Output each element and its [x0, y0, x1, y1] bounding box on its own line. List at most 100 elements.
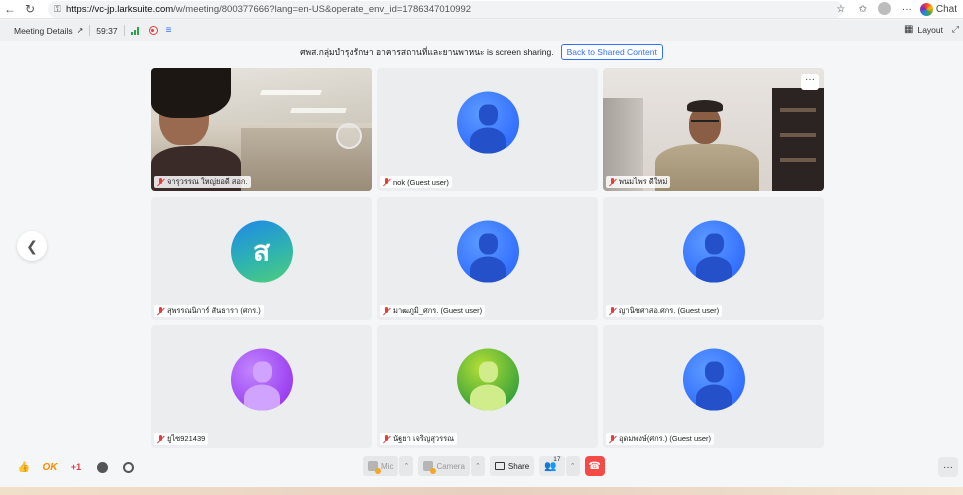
mic-label: Mic — [381, 461, 394, 471]
participant-name: จารุวรรณ ใหญ่ยอดี สอก. — [167, 177, 248, 186]
screen-share-message: ศพส.กลุ่มบำรุงรักษา อาคารสถานที่และยานพา… — [300, 47, 554, 57]
participants-options-chevron[interactable]: ⌃ — [565, 456, 580, 476]
participant-name: ยูไซ921439 — [167, 434, 206, 443]
share-button[interactable]: Share — [489, 456, 535, 476]
layout-button[interactable]: ▦ Layout — [904, 24, 943, 35]
chat-button[interactable]: Chat — [919, 3, 957, 16]
copilot-icon — [919, 3, 933, 16]
participant-avatar — [682, 348, 745, 411]
participant-name-tag: nok (Guest user) — [380, 176, 452, 188]
participant-tile[interactable]: นัฐยา เจริญสุวรรณ — [377, 325, 598, 448]
participant-tile[interactable]: ญานิชศาสอ.ศกร. (Guest user) — [603, 197, 824, 320]
participants-icon: 👥 17 — [544, 455, 561, 472]
camera-disabled-icon — [423, 461, 437, 474]
emoji-button[interactable] — [92, 457, 112, 477]
chat-bubble-button[interactable] — [118, 457, 138, 477]
meeting-details-button[interactable]: Meeting Details ↗ — [14, 26, 83, 36]
mic-options-chevron[interactable]: ⌃ — [399, 456, 414, 476]
participant-name: มาฒภูมิ_ศกร. (Guest user) — [393, 306, 483, 315]
recording-icon[interactable] — [148, 26, 158, 35]
leave-meeting-button[interactable]: ☎ — [584, 456, 605, 476]
participants-button[interactable]: 👥 17 — [539, 455, 565, 476]
share-label: Share — [507, 461, 530, 471]
url-host: https://vc-jp.larksuite.com — [66, 4, 174, 15]
share-link-icon: ↗ — [76, 26, 84, 35]
participant-tile[interactable]: ส สุพรรณนิการ์ สันธารา (ศกร.) — [151, 197, 372, 320]
participant-tile[interactable]: อุดมพงษ์(ศกร.) (Guest user) — [603, 325, 824, 448]
participant-name-tag: อุดมพงษ์(ศกร.) (Guest user) — [606, 433, 715, 445]
reactions-bar: 👍 OK +1 — [14, 457, 138, 477]
back-to-shared-content-button[interactable]: Back to Shared Content — [560, 44, 663, 60]
layout-label: Layout — [917, 24, 943, 35]
network-signal-icon[interactable] — [130, 26, 141, 35]
participant-name: ญานิชศาสอ.ศกร. (Guest user) — [619, 306, 720, 315]
meeting-timer: 59:37 — [96, 25, 118, 36]
more-dots-icon: ··· — [943, 461, 953, 473]
participant-tile[interactable]: มาฒภูมิ_ศกร. (Guest user) — [377, 197, 598, 320]
ok-reaction-button[interactable]: OK — [40, 457, 60, 477]
participant-name: พนมไพร ดีใหม่ — [619, 177, 668, 186]
emoji-face-icon — [96, 461, 108, 473]
site-info-icon[interactable]: ⚿ — [54, 4, 66, 15]
tile-more-options-button[interactable]: ··· — [801, 74, 819, 90]
plus-one-reaction-button[interactable]: +1 — [66, 457, 86, 477]
participant-tile[interactable]: ··· พนมไพร ดีใหม่ — [603, 68, 824, 191]
participant-name-tag: มาฒภูมิ_ศกร. (Guest user) — [380, 305, 486, 317]
participant-name-tag: ยูไซ921439 — [154, 433, 209, 445]
more-options-button[interactable]: ··· — [938, 457, 958, 477]
mic-muted-icon — [382, 306, 391, 316]
participant-avatar: ส — [230, 220, 293, 283]
participant-avatar — [682, 220, 745, 283]
participants-count: 17 — [553, 455, 561, 463]
participant-tile[interactable]: ยูไซ921439 — [151, 325, 372, 448]
participant-tile[interactable]: nok (Guest user) — [377, 68, 598, 191]
thumbs-up-reaction-button[interactable]: 👍 — [14, 457, 34, 477]
profile-avatar[interactable] — [876, 1, 894, 18]
share-screen-icon — [494, 462, 505, 470]
divider — [89, 25, 91, 36]
user-silhouette-icon — [683, 220, 745, 283]
back-arrow-icon[interactable]: ← — [0, 0, 20, 19]
user-silhouette-icon — [457, 91, 519, 154]
participant-name-tag: จารุวรรณ ใหญ่ยอดี สอก. — [154, 176, 251, 188]
favorites-icon[interactable]: ✩ — [854, 4, 872, 15]
participant-tile[interactable]: จารุวรรณ ใหญ่ยอดี สอก. — [151, 68, 372, 191]
mic-button[interactable]: Mic — [363, 456, 399, 476]
chevron-up-icon: ⌃ — [474, 463, 481, 470]
meeting-details-label: Meeting Details — [14, 25, 73, 36]
meeting-toolbar: 👍 OK +1 Mic ⌃ Camera ⌃ Share 👥 17 ⌃ ☎ ··· — [0, 456, 963, 478]
reload-icon[interactable]: ↻ — [20, 0, 40, 19]
camera-button[interactable]: Camera — [418, 456, 470, 476]
mic-muted-icon — [382, 177, 391, 187]
user-silhouette-icon — [457, 348, 519, 411]
browser-menu-icon[interactable]: ··· — [898, 4, 916, 15]
subtitles-icon[interactable]: ≡ — [166, 25, 172, 36]
user-silhouette-icon — [683, 348, 745, 411]
user-silhouette-icon — [231, 348, 293, 411]
participant-name: นัฐยา เจริญสุวรรณ — [393, 434, 455, 443]
address-bar[interactable]: ⚿ https://vc-jp.larksuite.com/w/meeting/… — [48, 1, 843, 18]
media-controls: Mic ⌃ Camera ⌃ Share 👥 17 ⌃ ☎ — [363, 456, 605, 476]
participant-name-tag: นัฐยา เจริญสุวรรณ — [380, 433, 458, 445]
mic-muted-icon — [156, 306, 165, 316]
taskbar-strip — [0, 487, 963, 495]
thumbs-up-icon: 👍 — [17, 461, 31, 473]
url-path: /w/meeting/800377666?lang=en-US&operate_… — [173, 4, 472, 15]
chat-bubble-icon — [122, 461, 134, 473]
previous-page-arrow[interactable]: ❮ — [17, 231, 47, 261]
chevron-left-icon: ❮ — [26, 237, 38, 254]
participant-name: อุดมพงษ์(ศกร.) (Guest user) — [619, 434, 712, 443]
participant-avatar — [456, 348, 519, 411]
star-bookmark-icon[interactable]: ☆ — [832, 4, 850, 15]
screen-share-banner: ศพส.กลุ่มบำรุงรักษา อาคารสถานที่และยานพา… — [0, 42, 963, 62]
camera-label: Camera — [436, 461, 465, 471]
chevron-up-icon: ⌃ — [403, 463, 410, 470]
participant-avatar — [230, 348, 293, 411]
camera-options-chevron[interactable]: ⌃ — [470, 456, 485, 476]
chevron-up-icon: ⌃ — [569, 463, 576, 470]
mic-disabled-icon — [368, 461, 381, 474]
mic-muted-icon — [608, 306, 617, 316]
divider — [123, 25, 125, 36]
browser-actions: ☆ ✩ ··· Chat — [832, 0, 963, 19]
fullscreen-icon[interactable]: ⤢ — [952, 24, 959, 35]
